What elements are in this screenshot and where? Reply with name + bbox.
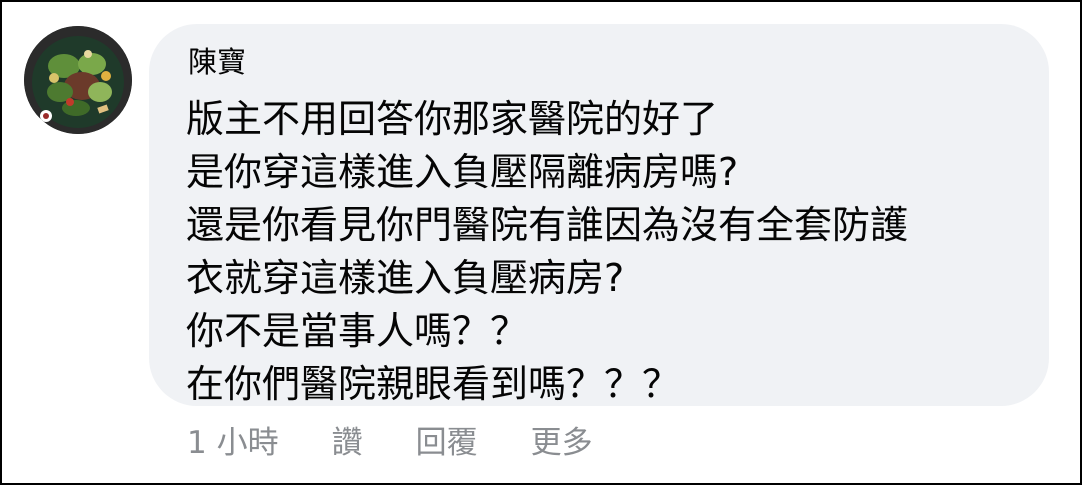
reply-button[interactable]: 回覆 bbox=[416, 417, 478, 462]
comment-line: 在你們醫院親眼看到嗎？？？ bbox=[186, 362, 681, 406]
comment-line: 衣就穿這樣進入負壓病房? bbox=[186, 256, 625, 300]
comment-text: 版主不用回答你那家醫院的好了 是你穿這樣進入負壓隔離病房嗎? 還是你看見你門醫院… bbox=[186, 93, 908, 411]
comment-actions: 1 小時 讚 回覆 更多 bbox=[187, 417, 593, 461]
comment-author[interactable]: 陳寶 bbox=[188, 42, 246, 82]
comment-line: 你不是當事人嗎？？ bbox=[186, 309, 529, 353]
comment-line: 版主不用回答你那家醫院的好了 bbox=[186, 97, 719, 141]
comment-timestamp[interactable]: 1 小時 bbox=[187, 417, 279, 462]
avatar-food-photo-icon bbox=[24, 26, 132, 134]
avatar[interactable] bbox=[24, 26, 132, 134]
more-button[interactable]: 更多 bbox=[531, 417, 593, 462]
comment-line: 是你穿這樣進入負壓隔離病房嗎? bbox=[186, 150, 739, 194]
like-button[interactable]: 讚 bbox=[332, 417, 363, 462]
comment-line: 還是你看見你門醫院有誰因為沒有全套防護 bbox=[186, 203, 909, 247]
